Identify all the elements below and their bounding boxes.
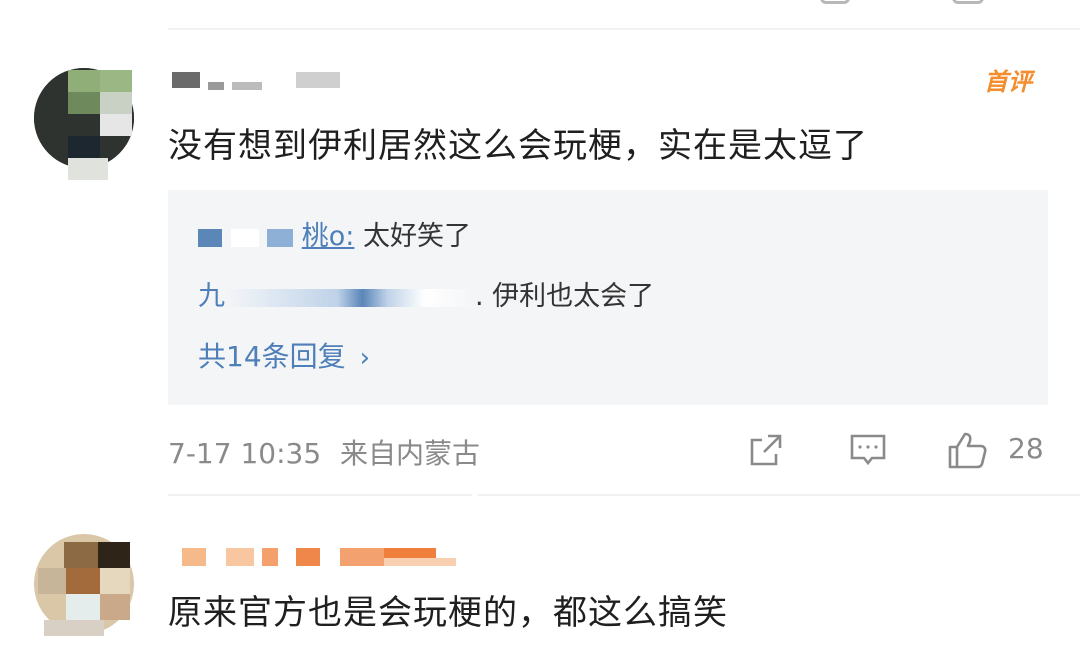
obscured-name bbox=[225, 288, 475, 307]
comment-text: 原来官方也是会玩梗的，都这么搞笑 bbox=[168, 593, 728, 633]
reply-author[interactable]: 桃o: bbox=[302, 221, 355, 252]
view-replies-link[interactable]: 共14条回复 › bbox=[198, 335, 370, 375]
share-icon bbox=[750, 434, 782, 466]
avatar[interactable] bbox=[34, 534, 134, 636]
divider bbox=[168, 494, 472, 496]
obscured-name bbox=[198, 228, 222, 247]
previous-item-remnant bbox=[0, 0, 1080, 12]
divider bbox=[478, 494, 1080, 496]
comment-meta: 7-17 10:35 来自内蒙古 bbox=[168, 432, 480, 472]
reply-author[interactable]: 九 bbox=[198, 281, 225, 312]
first-comment-badge: 首评 bbox=[984, 68, 1032, 96]
comment-text: 没有想到伊利居然这么会玩梗，实在是太逗了 bbox=[168, 126, 868, 166]
partial-icon bbox=[820, 0, 850, 4]
location: 来自内蒙古 bbox=[340, 437, 481, 470]
nickname-obscured[interactable] bbox=[168, 72, 348, 94]
divider bbox=[168, 28, 1080, 30]
avatar[interactable] bbox=[34, 68, 134, 180]
reply-button[interactable] bbox=[848, 430, 888, 470]
like-button[interactable]: 28 bbox=[946, 430, 1046, 470]
like-icon bbox=[948, 432, 987, 469]
reply-item[interactable]: 桃o: 太好笑了 bbox=[198, 214, 471, 253]
comment-actions: 28 bbox=[746, 430, 1046, 470]
like-count: 28 bbox=[1008, 432, 1044, 465]
share-button[interactable] bbox=[746, 430, 786, 470]
chevron-right-icon: › bbox=[359, 343, 371, 373]
reply-text: 太好笑了 bbox=[354, 221, 471, 252]
reply-text: 伊利也太会了 bbox=[483, 281, 655, 312]
reply-item[interactable]: 九. 伊利也太会了 bbox=[198, 274, 654, 313]
nickname-obscured[interactable] bbox=[182, 548, 462, 570]
timestamp: 7-17 10:35 bbox=[168, 437, 322, 470]
reply-preview-box[interactable]: 桃o: 太好笑了 九. 伊利也太会了 共14条回复 › bbox=[168, 190, 1048, 405]
partial-icon bbox=[952, 0, 984, 4]
comment-icon bbox=[850, 434, 886, 466]
